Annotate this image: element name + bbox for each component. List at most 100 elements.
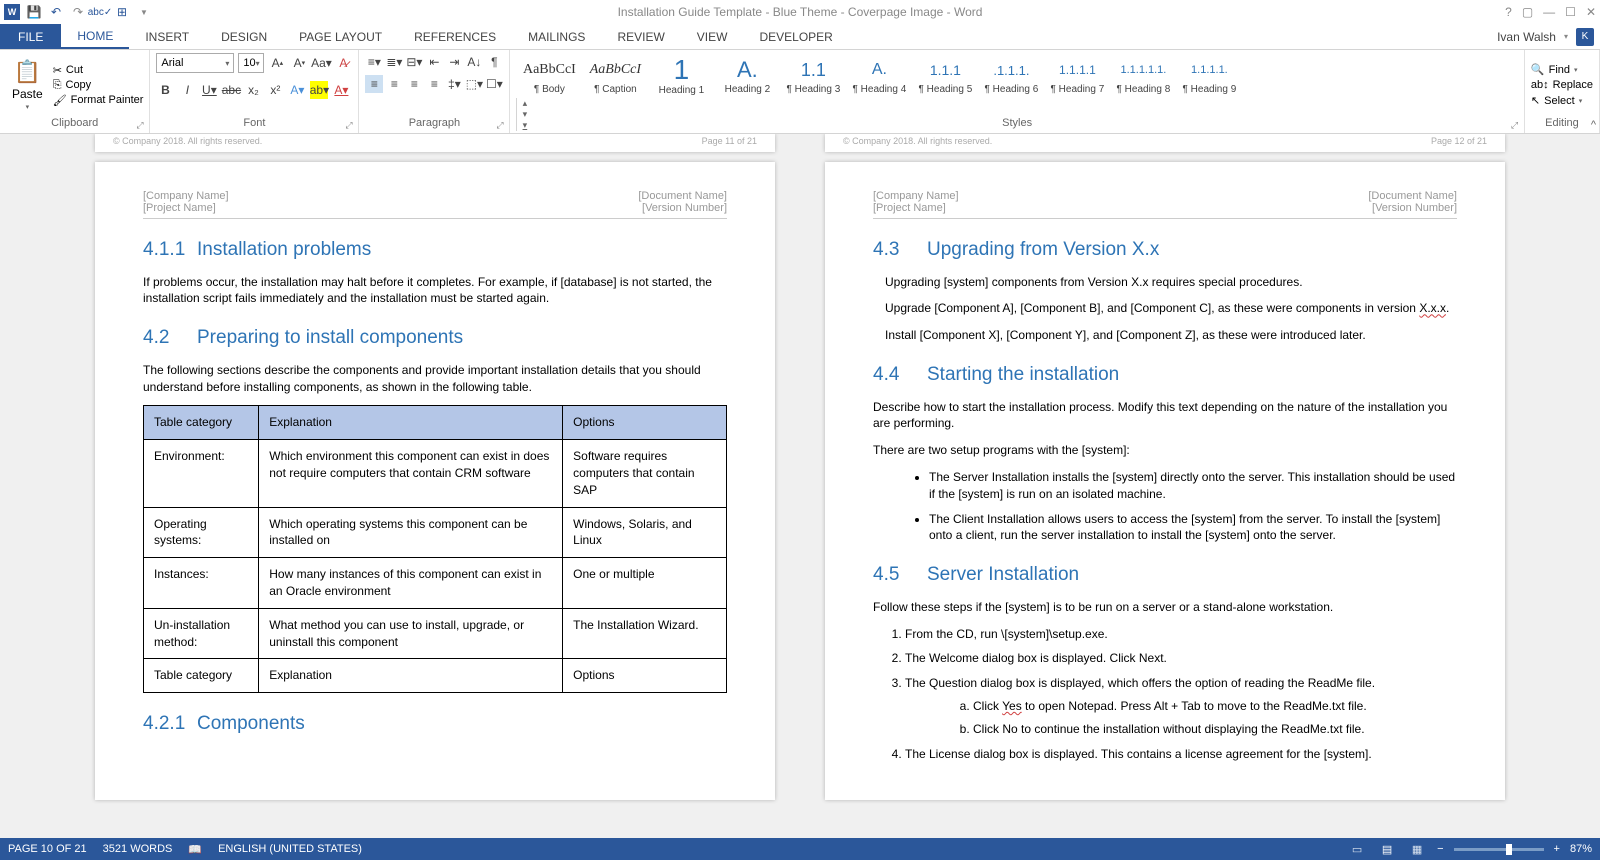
tab-file[interactable]: FILE [0, 24, 61, 49]
window-title: Installation Guide Template - Blue Theme… [618, 5, 983, 19]
style-item[interactable]: 1.1.1.1.1.¶ Heading 8 [1110, 53, 1176, 98]
para-launcher-icon[interactable]: ⤢ [496, 120, 506, 130]
text-effects-icon[interactable]: A▾ [288, 81, 306, 99]
paste-button[interactable]: 📋 Paste ▾ [6, 57, 49, 113]
font-name-combo[interactable]: Arial▾ [156, 53, 234, 73]
help-icon[interactable]: ? [1505, 5, 1512, 19]
style-item[interactable]: A.¶ Heading 4 [846, 53, 912, 98]
style-item[interactable]: A.Heading 2 [714, 53, 780, 98]
status-language[interactable]: ENGLISH (UNITED STATES) [218, 843, 362, 855]
shrink-font-icon[interactable]: A▾ [290, 54, 308, 72]
shading-icon[interactable]: ⬚▾ [465, 75, 483, 93]
touch-mode-icon[interactable]: ⊞ [114, 4, 130, 20]
style-item[interactable]: 1Heading 1 [648, 53, 714, 98]
font-size-combo[interactable]: 10▾ [238, 53, 264, 73]
font-color-icon[interactable]: A▾ [332, 81, 350, 99]
format-painter-button[interactable]: 🖌Format Painter [53, 94, 144, 107]
statusbar: PAGE 10 OF 21 3521 WORDS 📖 ENGLISH (UNIT… [0, 838, 1600, 860]
undo-icon[interactable]: ↶ [48, 4, 64, 20]
zoom-out-icon[interactable]: − [1437, 843, 1443, 855]
close-icon[interactable]: ✕ [1586, 5, 1596, 19]
qat-more-icon[interactable]: ▼ [136, 4, 152, 20]
maximize-icon[interactable]: ☐ [1565, 5, 1576, 19]
font-launcher-icon[interactable]: ⤢ [345, 120, 355, 130]
style-item[interactable]: 1.1.1¶ Heading 5 [912, 53, 978, 98]
copy-button[interactable]: ⎘Copy [53, 79, 144, 92]
replace-button[interactable]: ab↕Replace [1531, 79, 1593, 91]
bold-icon[interactable]: B [156, 81, 174, 99]
increase-indent-icon[interactable]: ⇥ [445, 53, 463, 71]
highlight-icon[interactable]: ab▾ [310, 81, 328, 99]
tab-pagelayout[interactable]: PAGE LAYOUT [283, 24, 398, 49]
style-item[interactable]: 1.1.1.1¶ Heading 7 [1044, 53, 1110, 98]
cut-button[interactable]: ✂Cut [53, 64, 144, 77]
list-item: The License dialog box is displayed. Thi… [905, 746, 1457, 763]
clear-formatting-icon[interactable]: A̷ [334, 54, 352, 72]
redo-icon[interactable]: ↷ [70, 4, 86, 20]
web-layout-icon[interactable]: ▦ [1407, 841, 1427, 857]
tab-insert[interactable]: INSERT [129, 24, 205, 49]
underline-icon[interactable]: U▾ [200, 81, 218, 99]
bullet-list: The Server Installation installs the [sy… [873, 469, 1457, 544]
style-item[interactable]: AaBbCcI¶ Caption [582, 53, 648, 98]
grow-font-icon[interactable]: A▴ [268, 54, 286, 72]
ribbon-options-icon[interactable]: ▢ [1522, 5, 1533, 19]
print-layout-icon[interactable]: ▤ [1377, 841, 1397, 857]
styles-launcher-icon[interactable]: ⤢ [1511, 120, 1521, 130]
show-marks-icon[interactable]: ¶ [485, 53, 503, 71]
table-row: Operating systems:Which operating system… [144, 507, 727, 558]
tab-design[interactable]: DESIGN [205, 24, 283, 49]
collapse-ribbon-icon[interactable]: ^ [1591, 119, 1596, 131]
numbering-icon[interactable]: ≣▾ [385, 53, 403, 71]
body-text: Upgrade [Component A], [Component B], an… [885, 300, 1457, 317]
select-button[interactable]: ↖Select▾ [1531, 94, 1593, 107]
borders-icon[interactable]: ☐▾ [485, 75, 503, 93]
save-icon[interactable]: 💾 [26, 4, 42, 20]
spellcheck-status-icon[interactable]: 📖 [188, 843, 202, 856]
superscript-icon[interactable]: x² [266, 81, 284, 99]
read-mode-icon[interactable]: ▭ [1347, 841, 1367, 857]
style-item[interactable]: AaBbCcI¶ Body [516, 53, 582, 98]
align-center-icon[interactable]: ≡ [385, 75, 403, 93]
subscript-icon[interactable]: x₂ [244, 81, 262, 99]
tab-home[interactable]: HOME [61, 24, 129, 49]
change-case-icon[interactable]: Aa▾ [312, 54, 330, 72]
tab-review[interactable]: REVIEW [601, 24, 680, 49]
strike-icon[interactable]: abc [222, 81, 240, 99]
justify-icon[interactable]: ≡ [425, 75, 443, 93]
tab-developer[interactable]: DEVELOPER [743, 24, 848, 49]
heading-42: 4.2Preparing to install components [143, 325, 727, 352]
cut-icon: ✂ [53, 64, 62, 77]
minimize-icon[interactable]: — [1543, 5, 1555, 19]
italic-icon[interactable]: I [178, 81, 196, 99]
sort-icon[interactable]: A↓ [465, 53, 483, 71]
tab-references[interactable]: REFERENCES [398, 24, 512, 49]
tab-view[interactable]: VIEW [681, 24, 744, 49]
zoom-slider[interactable] [1454, 848, 1544, 851]
status-words[interactable]: 3521 WORDS [103, 843, 173, 855]
list-item: The Welcome dialog box is displayed. Cli… [905, 650, 1457, 667]
align-left-icon[interactable]: ≡ [365, 75, 383, 93]
user-avatar[interactable]: K [1576, 28, 1594, 46]
document-canvas[interactable]: © Company 2018. All rights reserved.Page… [0, 134, 1600, 838]
group-editing: 🔍Find▾ ab↕Replace ↖Select▾ Editing [1525, 50, 1600, 133]
clipboard-launcher-icon[interactable]: ⤢ [136, 120, 146, 130]
find-button[interactable]: 🔍Find▾ [1531, 63, 1593, 76]
zoom-level[interactable]: 87% [1570, 843, 1592, 855]
styles-scroll-up-icon[interactable]: ▴ [517, 98, 532, 109]
bullets-icon[interactable]: ≡▾ [365, 53, 383, 71]
user-name[interactable]: Ivan Walsh [1497, 30, 1556, 44]
style-item[interactable]: 1.1¶ Heading 3 [780, 53, 846, 98]
style-item[interactable]: .1.1.1.¶ Heading 6 [978, 53, 1044, 98]
body-text: Describe how to start the installation p… [873, 399, 1457, 433]
line-spacing-icon[interactable]: ‡▾ [445, 75, 463, 93]
style-item[interactable]: 1.1.1.1.¶ Heading 9 [1176, 53, 1242, 98]
zoom-in-icon[interactable]: + [1554, 843, 1560, 855]
multilevel-icon[interactable]: ⊟▾ [405, 53, 423, 71]
tab-mailings[interactable]: MAILINGS [512, 24, 601, 49]
status-page[interactable]: PAGE 10 OF 21 [8, 843, 87, 855]
group-styles: AaBbCcI¶ BodyAaBbCcI¶ Caption1Heading 1A… [510, 50, 1524, 133]
spellcheck-icon[interactable]: abc✓ [92, 4, 108, 20]
decrease-indent-icon[interactable]: ⇤ [425, 53, 443, 71]
align-right-icon[interactable]: ≡ [405, 75, 423, 93]
